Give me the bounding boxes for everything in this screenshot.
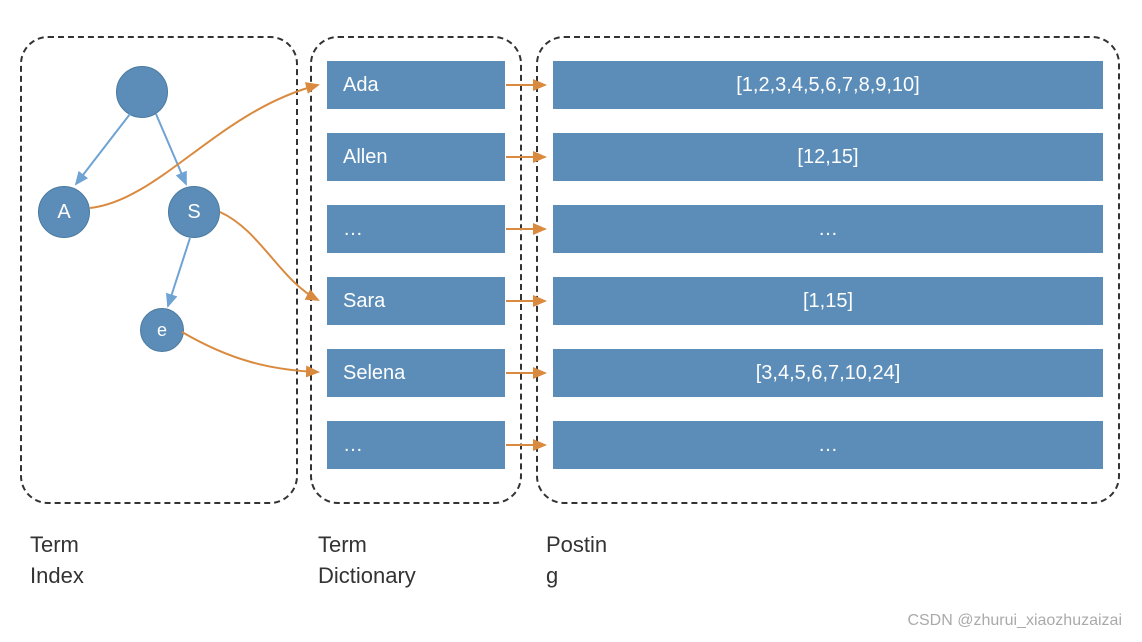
dict-item: Selena <box>326 348 506 398</box>
posting-item-label: … <box>818 218 838 241</box>
posting-item-label: [1,2,3,4,5,6,7,8,9,10] <box>736 74 919 97</box>
dict-item-label: Ada <box>343 74 379 97</box>
tree-node-a: A <box>38 186 90 238</box>
posting-item-label: [3,4,5,6,7,10,24] <box>756 362 901 385</box>
dict-item-label: … <box>343 434 363 457</box>
tree-node-label: S <box>187 201 200 224</box>
tree-node-label: e <box>157 320 167 341</box>
posting-item: … <box>552 420 1104 470</box>
posting-item: [3,4,5,6,7,10,24] <box>552 348 1104 398</box>
dict-item: Sara <box>326 276 506 326</box>
dict-item-label: Selena <box>343 362 405 385</box>
tree-node-root <box>116 66 168 118</box>
tree-node-s: S <box>168 186 220 238</box>
diagram-canvas: A S e Ada Allen … Sara Selena … [1,2,3,4… <box>0 0 1142 642</box>
tree-node-e: e <box>140 308 184 352</box>
label-term-index: Term Index <box>30 530 84 592</box>
label-term-dictionary: Term Dictionary <box>318 530 416 592</box>
dict-item: Ada <box>326 60 506 110</box>
posting-item-label: [1,15] <box>803 290 853 313</box>
posting-item: [1,2,3,4,5,6,7,8,9,10] <box>552 60 1104 110</box>
posting-item-label: [12,15] <box>797 146 858 169</box>
dict-item: Allen <box>326 132 506 182</box>
dict-item-label: Sara <box>343 290 385 313</box>
dict-item: … <box>326 420 506 470</box>
posting-item-label: … <box>818 434 838 457</box>
dict-item-label: … <box>343 218 363 241</box>
label-posting: Postin g <box>546 530 607 592</box>
dict-item-label: Allen <box>343 146 387 169</box>
tree-node-label: A <box>57 201 70 224</box>
posting-item: … <box>552 204 1104 254</box>
posting-item: [1,15] <box>552 276 1104 326</box>
watermark: CSDN @zhurui_xiaozhuzaizai <box>907 612 1122 630</box>
posting-item: [12,15] <box>552 132 1104 182</box>
dict-item: … <box>326 204 506 254</box>
